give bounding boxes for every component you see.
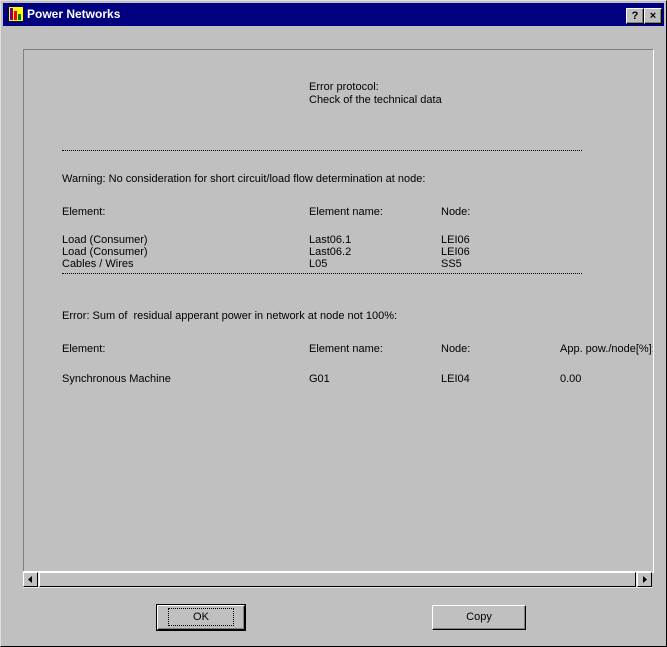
ok-button[interactable]: OK xyxy=(156,604,246,631)
warning-row-node: LEI06 xyxy=(441,234,470,246)
scroll-thumb[interactable] xyxy=(39,572,636,587)
window-title: Power Networks xyxy=(27,7,121,21)
warning-row-element: Cables / Wires xyxy=(62,258,134,270)
protocol-heading: Error protocol: xyxy=(309,81,379,93)
warning-row-node: SS5 xyxy=(441,258,462,270)
error-col-element-name: Element name: xyxy=(309,343,383,355)
warning-row-node: LEI06 xyxy=(441,246,470,258)
error-row-node: LEI04 xyxy=(441,373,470,385)
warning-row-element: Load (Consumer) xyxy=(62,234,148,246)
arrow-right-icon xyxy=(643,576,647,583)
separator-line xyxy=(62,273,582,274)
error-row-app-power: 0.00 xyxy=(560,373,582,385)
copy-button-label: Copy xyxy=(466,611,492,623)
error-message: Error: Sum of residual apperant power in… xyxy=(62,310,398,322)
warning-col-element: Element: xyxy=(62,206,106,218)
error-col-node: Node: xyxy=(441,343,471,355)
ok-button-label: OK xyxy=(168,608,234,626)
horizontal-scrollbar[interactable] xyxy=(23,571,652,588)
warning-col-element-name: Element name: xyxy=(309,206,383,218)
warning-message: Warning: No consideration for short circ… xyxy=(62,173,426,185)
protocol-subheading: Check of the technical data xyxy=(309,94,442,106)
title-bar[interactable]: Power Networks ? × xyxy=(3,3,664,26)
error-row-element-name: G01 xyxy=(309,373,330,385)
error-col-element: Element: xyxy=(62,343,106,355)
error-row-element: Synchronous Machine xyxy=(62,373,171,385)
app-icon xyxy=(9,7,23,21)
warning-col-node: Node: xyxy=(441,206,471,218)
warning-row-element-name: L05 xyxy=(309,258,328,270)
dialog-window: Power Networks ? × Error protocol: Check… xyxy=(0,0,667,647)
warning-row-element-name: Last06.2 xyxy=(309,246,352,258)
copy-button[interactable]: Copy xyxy=(432,605,526,630)
separator-line xyxy=(62,150,582,151)
scroll-left-button[interactable] xyxy=(23,572,38,587)
scroll-right-button[interactable] xyxy=(637,572,652,587)
help-button[interactable]: ? xyxy=(626,8,644,24)
warning-row-element: Load (Consumer) xyxy=(62,246,148,258)
close-button[interactable]: × xyxy=(644,8,662,24)
error-col-app-power: App. pow./node[%]: xyxy=(560,343,654,355)
arrow-left-icon xyxy=(28,576,32,583)
warning-row-element-name: Last06.1 xyxy=(309,234,352,246)
protocol-text-area[interactable]: Error protocol: Check of the technical d… xyxy=(23,49,654,573)
